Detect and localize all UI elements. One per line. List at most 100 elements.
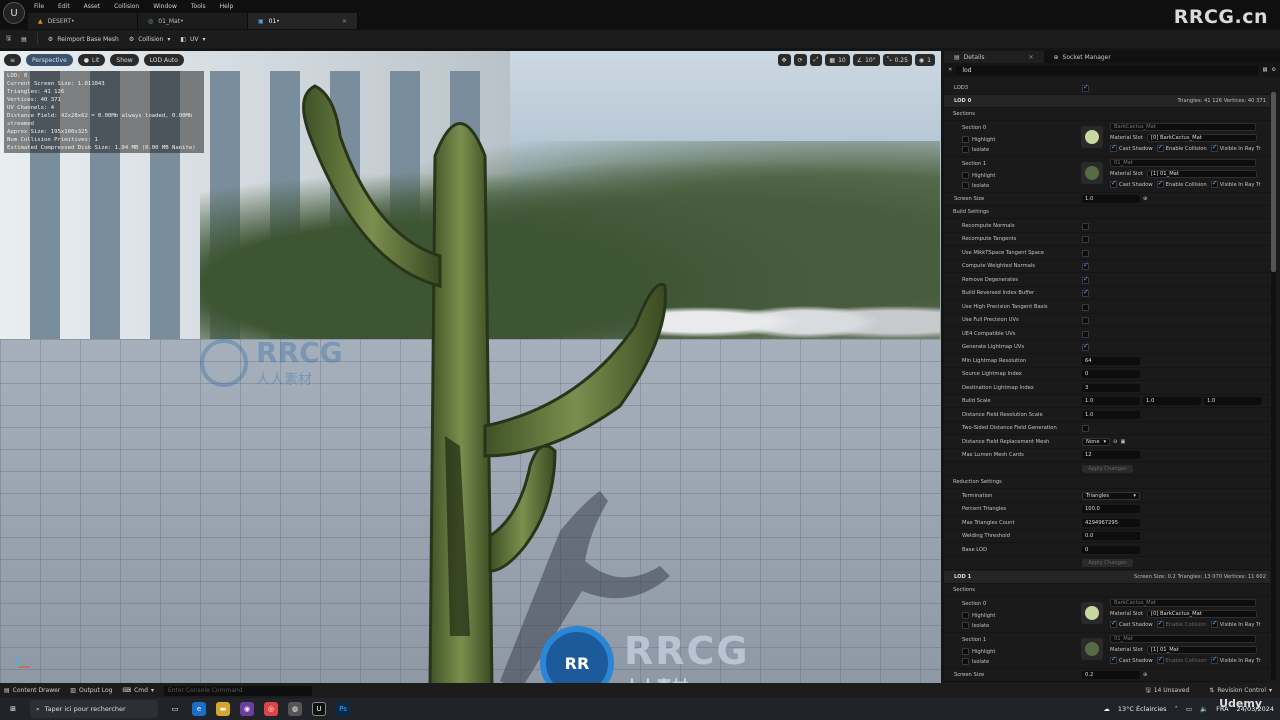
- menu-tools[interactable]: Tools: [191, 3, 206, 10]
- lod3-checkbox[interactable]: [1082, 83, 1089, 92]
- viewport[interactable]: ≡ Perspective ● Lit Show LOD Auto ✥ ⟳ ⤢ ▦…: [0, 51, 941, 683]
- reset-icon[interactable]: ⊕: [1143, 196, 1147, 202]
- details-search-input[interactable]: lod: [956, 65, 1259, 75]
- max-tri-input[interactable]: 4294967295: [1082, 519, 1140, 527]
- dst-lightmap-input[interactable]: 3: [1082, 384, 1140, 392]
- screen-size-input[interactable]: 0.2: [1082, 671, 1140, 679]
- isolate-checkbox[interactable]: [962, 622, 969, 629]
- weighted-normals-checkbox[interactable]: [1082, 261, 1089, 270]
- app-icon[interactable]: ◉: [240, 702, 254, 716]
- material-name[interactable]: BarkCactus_Mat: [1110, 123, 1256, 131]
- material-thumbnail-icon[interactable]: [1081, 602, 1103, 624]
- cast-shadow-checkbox[interactable]: [1110, 619, 1117, 628]
- apply-changes-button[interactable]: Apply Changes: [1082, 465, 1133, 473]
- tray-chevron-icon[interactable]: ˄: [1175, 705, 1178, 713]
- menu-edit[interactable]: Edit: [58, 3, 70, 10]
- tab-socket-manager[interactable]: ⊕ Socket Manager: [1044, 51, 1121, 63]
- cast-shadow-checkbox[interactable]: [1110, 179, 1117, 188]
- percent-tri-input[interactable]: 100.0: [1082, 505, 1140, 513]
- cast-shadow-flag[interactable]: Cast Shadow: [1110, 655, 1153, 664]
- unreal-engine-icon[interactable]: U: [312, 702, 326, 716]
- enable-collision-checkbox[interactable]: [1156, 179, 1164, 188]
- material-thumbnail-icon[interactable]: [1081, 126, 1103, 148]
- tab-desert[interactable]: ▲ DESERT•: [28, 13, 138, 29]
- material-thumbnail-icon[interactable]: [1081, 638, 1103, 660]
- enable-collision-flag[interactable]: Enable Collision: [1156, 179, 1207, 188]
- menu-collision[interactable]: Collision: [114, 3, 139, 10]
- lod-button[interactable]: LOD Auto: [143, 54, 184, 66]
- enable-collision-flag[interactable]: Enable Collision: [1156, 619, 1207, 628]
- max-lumen-input[interactable]: 12: [1082, 451, 1140, 459]
- enable-collision-flag[interactable]: Enable Collision: [1156, 143, 1207, 152]
- remove-degenerates-checkbox[interactable]: [1082, 275, 1089, 284]
- df-res-input[interactable]: 1.0: [1082, 411, 1140, 419]
- unsaved-button[interactable]: 🖫 14 Unsaved: [1146, 686, 1190, 696]
- visible-raytracing-checkbox[interactable]: [1210, 143, 1218, 152]
- screen-size-input[interactable]: 1.0: [1082, 195, 1140, 203]
- output-log-button[interactable]: ▥ Output Log: [70, 687, 112, 694]
- isolate-checkbox[interactable]: [962, 658, 969, 665]
- lod1-header[interactable]: LOD 1 Screen Size: 0.2 Triangles: 13 070…: [944, 571, 1270, 584]
- high-precision-tangent-checkbox[interactable]: [1082, 303, 1089, 311]
- tab-details[interactable]: ▤ Details ✕: [944, 51, 1044, 63]
- cmd-dropdown[interactable]: ⌨ Cmd ▾: [122, 687, 154, 694]
- browse-icon[interactable]: ▣: [1121, 439, 1126, 445]
- material-thumbnail-icon[interactable]: [1081, 162, 1103, 184]
- highlight-checkbox[interactable]: [962, 136, 969, 143]
- ue4-compatible-uvs-checkbox[interactable]: [1082, 330, 1089, 338]
- material-name[interactable]: 01_Mat: [1110, 159, 1256, 167]
- reimport-button[interactable]: ⚙ Reimport Base Mesh: [48, 36, 119, 43]
- cast-shadow-checkbox[interactable]: [1110, 143, 1117, 152]
- material-slot-dropdown[interactable]: [0] BarkCactus_Mat: [1147, 610, 1257, 618]
- windows-start-icon[interactable]: ⊞: [6, 702, 20, 716]
- revision-control-button[interactable]: ⇅ Revision Control ▾: [1209, 686, 1272, 696]
- browse-icon[interactable]: ▤: [21, 36, 27, 43]
- app-icon[interactable]: ◍: [288, 702, 302, 716]
- recompute-tangents-checkbox[interactable]: [1082, 235, 1089, 243]
- termination-dropdown[interactable]: Triangles ▾: [1082, 492, 1140, 500]
- cast-shadow-checkbox[interactable]: [1110, 655, 1117, 664]
- sections-category[interactable]: Sections: [944, 584, 1270, 597]
- volume-icon[interactable]: 🔈: [1200, 705, 1208, 713]
- uv-dropdown[interactable]: ◧ UV ▾: [180, 36, 205, 43]
- visible-raytracing-flag[interactable]: Visible In Ray Tr: [1210, 655, 1261, 664]
- material-name[interactable]: BarkCactus_Mat: [1110, 599, 1256, 607]
- reset-icon[interactable]: ⊕: [1143, 672, 1147, 678]
- isolate-checkbox[interactable]: [962, 146, 969, 153]
- enable-collision-checkbox[interactable]: [1156, 143, 1164, 152]
- highlight-checkbox[interactable]: [962, 612, 969, 619]
- perspective-button[interactable]: Perspective: [26, 54, 73, 66]
- src-lightmap-input[interactable]: 0: [1082, 370, 1140, 378]
- cast-shadow-flag[interactable]: Cast Shadow: [1110, 143, 1153, 152]
- scale-icon[interactable]: ⤢: [809, 54, 823, 66]
- weld-input[interactable]: 0.0: [1082, 532, 1140, 540]
- tab-01-mat[interactable]: ◎ 01_Mat•: [138, 13, 248, 29]
- lit-button[interactable]: ● Lit: [77, 54, 106, 66]
- viewport-menu-button[interactable]: ≡: [4, 54, 22, 66]
- recompute-normals-checkbox[interactable]: [1082, 222, 1089, 230]
- close-tab-icon[interactable]: ✕: [342, 18, 347, 25]
- full-precision-uvs-checkbox[interactable]: [1082, 316, 1089, 324]
- highlight-checkbox[interactable]: [962, 648, 969, 655]
- base-lod-input[interactable]: 0: [1082, 546, 1140, 554]
- df-replace-dropdown[interactable]: None ▾: [1082, 438, 1111, 446]
- build-scale-y[interactable]: 1.0: [1143, 397, 1201, 405]
- console-input[interactable]: Enter Console Command: [163, 685, 312, 696]
- visible-raytracing-flag[interactable]: Visible In Ray Tr: [1210, 179, 1261, 188]
- content-drawer-button[interactable]: ▤ Content Drawer: [4, 687, 60, 694]
- camera-speed-button[interactable]: ◉ 1: [914, 54, 935, 66]
- scale-snap-button[interactable]: ⤡ 0.25: [882, 54, 912, 66]
- table-view-icon[interactable]: ▦: [1262, 67, 1267, 73]
- visible-raytracing-flag[interactable]: Visible In Ray Tr: [1210, 619, 1261, 628]
- lod0-header[interactable]: LOD 0 Triangles: 41 126 Vertices: 40 371: [944, 95, 1270, 108]
- photoshop-icon[interactable]: Ps: [336, 702, 350, 716]
- task-view-icon[interactable]: ▭: [168, 702, 182, 716]
- rotate-icon[interactable]: ⟳: [793, 54, 807, 66]
- scrollbar-thumb[interactable]: [1271, 92, 1276, 272]
- edge-icon[interactable]: e: [192, 702, 206, 716]
- enable-collision-checkbox[interactable]: [1156, 619, 1164, 628]
- grid-snap-button[interactable]: ▦ 10: [825, 54, 850, 66]
- unreal-logo-icon[interactable]: U: [3, 2, 25, 24]
- apply-changes-button[interactable]: Apply Changes: [1082, 559, 1133, 567]
- visible-raytracing-checkbox[interactable]: [1210, 619, 1218, 628]
